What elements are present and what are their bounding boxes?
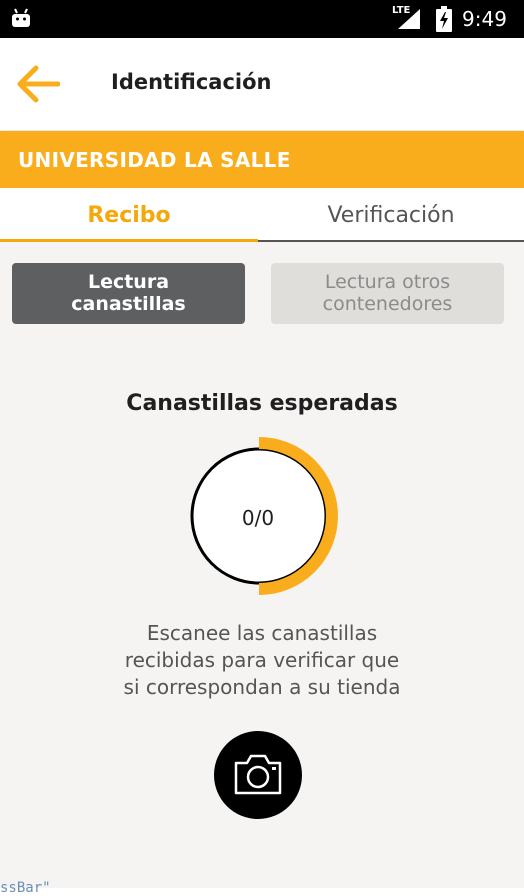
back-button[interactable] xyxy=(8,58,66,110)
arrow-left-icon xyxy=(17,65,60,103)
lectura-canastillas-line1: Lectura xyxy=(87,271,170,293)
tab-verificacion[interactable]: Verificación xyxy=(262,188,520,242)
camera-scan-button[interactable] xyxy=(214,731,302,819)
status-bar: LTE 9:49 xyxy=(0,0,524,38)
tab-indicator-active xyxy=(0,239,258,242)
page-title: Identificación xyxy=(111,70,272,94)
android-icon xyxy=(12,8,30,27)
main-content: Recibo Verificación Lectura canastillas … xyxy=(0,188,524,888)
instructions-line2: recibidas para verificar que xyxy=(124,648,400,672)
bottom-text-fragment: ssBar" xyxy=(0,880,51,896)
tab-indicator-inactive xyxy=(258,240,524,242)
lectura-otros-line1: Lectura otros xyxy=(324,271,451,293)
battery-charging-icon xyxy=(436,6,452,32)
counter-title: Canastillas esperadas xyxy=(126,391,398,416)
app-bar: Identificación xyxy=(0,38,524,130)
clock: 9:49 xyxy=(462,7,507,31)
camera-icon xyxy=(234,754,282,795)
counter-value: 0/0 xyxy=(241,506,275,530)
instructions-text: Escanee las canastillas recibidas para v… xyxy=(62,620,462,701)
lectura-canastillas-button[interactable]: Lectura canastillas xyxy=(12,263,245,324)
store-banner: UNIVERSIDAD LA SALLE xyxy=(0,131,524,188)
instructions-line3: si correspondan a su tienda xyxy=(123,675,401,699)
lectura-otros-line2: contenedores xyxy=(322,293,453,315)
store-name: UNIVERSIDAD LA SALLE xyxy=(18,148,291,172)
lectura-canastillas-line2: canastillas xyxy=(71,293,186,315)
bottom-strip xyxy=(0,890,524,896)
tab-bar: Recibo Verificación xyxy=(0,188,524,242)
signal-icon xyxy=(398,9,420,29)
instructions-line1: Escanee las canastillas xyxy=(146,621,378,645)
lectura-otros-button[interactable]: Lectura otros contenedores xyxy=(271,263,504,324)
tab-recibo[interactable]: Recibo xyxy=(0,188,258,242)
